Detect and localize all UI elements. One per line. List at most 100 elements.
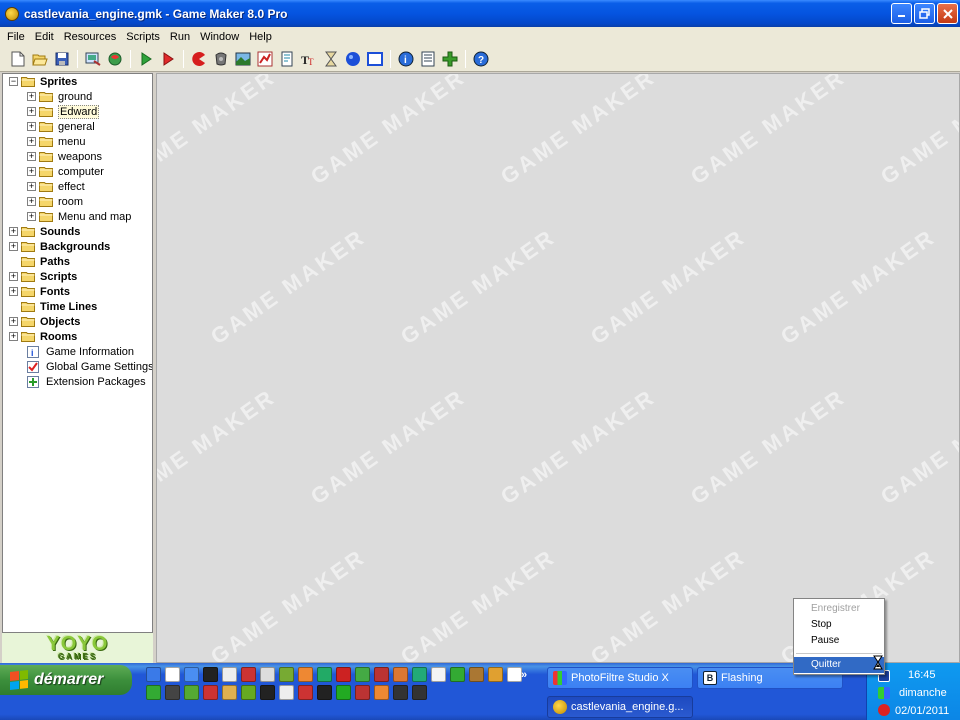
add-room-button[interactable] bbox=[365, 49, 385, 69]
quick-launch-icon[interactable] bbox=[260, 667, 275, 682]
quick-launch-icon[interactable] bbox=[203, 667, 218, 682]
save-button[interactable] bbox=[52, 49, 72, 69]
quick-launch-icon[interactable] bbox=[393, 685, 408, 700]
quick-launch-icon[interactable] bbox=[488, 667, 503, 682]
tree-expander[interactable]: + bbox=[9, 317, 18, 326]
tree-group-scripts[interactable]: + Scripts bbox=[3, 269, 152, 284]
game-info-button[interactable]: i bbox=[396, 49, 416, 69]
quick-launch-icon[interactable] bbox=[184, 685, 199, 700]
close-button[interactable] bbox=[937, 3, 958, 24]
quick-launch-icon[interactable] bbox=[374, 685, 389, 700]
quick-launch-icon[interactable] bbox=[412, 667, 427, 682]
tray-app-icon[interactable] bbox=[878, 687, 890, 699]
quick-launch-icon[interactable] bbox=[355, 667, 370, 682]
quick-launch-icon[interactable] bbox=[393, 667, 408, 682]
tree-item-effect[interactable]: + effect bbox=[3, 179, 152, 194]
tree-group-sounds[interactable]: + Sounds bbox=[3, 224, 152, 239]
add-script-button[interactable] bbox=[277, 49, 297, 69]
tree-expander[interactable]: + bbox=[27, 122, 36, 131]
tree-expander[interactable]: + bbox=[27, 182, 36, 191]
game-settings-button[interactable] bbox=[418, 49, 438, 69]
quick-launch-icon[interactable] bbox=[279, 685, 294, 700]
quick-launch-icon[interactable] bbox=[222, 685, 237, 700]
add-object-button[interactable] bbox=[343, 49, 363, 69]
tree-group-backgrounds[interactable]: + Backgrounds bbox=[3, 239, 152, 254]
tree-item-global-game-settings[interactable]: Global Game Settings bbox=[3, 359, 152, 374]
quick-launch-icon[interactable] bbox=[507, 667, 522, 682]
quick-launch-icon[interactable] bbox=[165, 667, 180, 682]
menu-help[interactable]: Help bbox=[244, 31, 277, 43]
menu-file[interactable]: File bbox=[2, 31, 30, 43]
tree-item-edward[interactable]: + Edward bbox=[3, 104, 152, 119]
quick-launch-icon[interactable] bbox=[336, 667, 351, 682]
menu-item-pause[interactable]: Pause bbox=[794, 633, 884, 649]
quick-launch-icon[interactable] bbox=[298, 685, 313, 700]
main-workspace[interactable]: GAME MAKER GAME MAKER GAME MAKER GAME MAKER… bbox=[156, 73, 960, 663]
quick-launch-icon[interactable] bbox=[355, 685, 370, 700]
quick-launch-icon[interactable] bbox=[336, 685, 351, 700]
menu-run[interactable]: Run bbox=[165, 31, 195, 43]
help-button[interactable]: ? bbox=[471, 49, 491, 69]
quick-launch-icon[interactable] bbox=[203, 685, 218, 700]
quick-launch-icon[interactable] bbox=[317, 667, 332, 682]
task-castlevania-engine[interactable]: castlevania_engine.g... bbox=[547, 696, 693, 718]
tree-item-menu-and-map[interactable]: + Menu and map bbox=[3, 209, 152, 224]
menu-resources[interactable]: Resources bbox=[59, 31, 122, 43]
add-path-button[interactable] bbox=[255, 49, 275, 69]
quick-launch-icon[interactable] bbox=[317, 685, 332, 700]
add-sound-button[interactable] bbox=[211, 49, 231, 69]
start-button[interactable]: démarrer bbox=[0, 665, 132, 695]
tree-expander[interactable]: + bbox=[27, 137, 36, 146]
quick-launch-icon[interactable] bbox=[469, 667, 484, 682]
tree-group-paths[interactable]: Paths bbox=[3, 254, 152, 269]
tree-expander[interactable]: + bbox=[9, 272, 18, 281]
menu-scripts[interactable]: Scripts bbox=[121, 31, 165, 43]
menu-window[interactable]: Window bbox=[195, 31, 244, 43]
minimize-button[interactable] bbox=[891, 3, 912, 24]
tray-security-icon[interactable] bbox=[878, 704, 890, 716]
task-photofiltre[interactable]: PhotoFiltre Studio X bbox=[547, 667, 693, 689]
quick-launch-icon[interactable] bbox=[298, 667, 313, 682]
tree-item-room[interactable]: + room bbox=[3, 194, 152, 209]
quick-launch-icon[interactable] bbox=[279, 667, 294, 682]
quick-launch-icon[interactable] bbox=[450, 667, 465, 682]
tree-item-general[interactable]: + general bbox=[3, 119, 152, 134]
create-executable-button[interactable] bbox=[83, 49, 103, 69]
new-button[interactable] bbox=[8, 49, 28, 69]
resource-tree[interactable]: − Sprites + ground + Edward + general + menu + weap… bbox=[2, 73, 153, 633]
tree-item-game-information[interactable]: i Game Information bbox=[3, 344, 152, 359]
quick-launch-icon[interactable] bbox=[241, 667, 256, 682]
tree-expander[interactable]: + bbox=[27, 107, 36, 116]
quick-launch-icon[interactable] bbox=[374, 667, 389, 682]
tree-expander[interactable]: + bbox=[9, 242, 18, 251]
maximize-button[interactable] bbox=[914, 3, 935, 24]
add-sprite-button[interactable] bbox=[189, 49, 209, 69]
tree-group-objects[interactable]: + Objects bbox=[3, 314, 152, 329]
menu-item-quitter[interactable]: Quitter bbox=[794, 657, 884, 673]
add-font-button[interactable]: TT bbox=[299, 49, 319, 69]
tree-group-rooms[interactable]: + Rooms bbox=[3, 329, 152, 344]
menu-item-stop[interactable]: Stop bbox=[794, 617, 884, 633]
tree-item-weapons[interactable]: + weapons bbox=[3, 149, 152, 164]
tree-group-time-lines[interactable]: Time Lines bbox=[3, 299, 152, 314]
tree-expander[interactable]: + bbox=[9, 332, 18, 341]
tree-expander[interactable]: + bbox=[9, 287, 18, 296]
open-button[interactable] bbox=[30, 49, 50, 69]
clock-time[interactable]: 16:45 bbox=[908, 669, 936, 681]
quick-launch-icon[interactable] bbox=[165, 685, 180, 700]
tree-group-fonts[interactable]: + Fonts bbox=[3, 284, 152, 299]
tree-expander[interactable]: + bbox=[9, 227, 18, 236]
quick-launch-icon[interactable] bbox=[260, 685, 275, 700]
quick-launch-icon[interactable] bbox=[184, 667, 199, 682]
game-maker-app-icon[interactable] bbox=[5, 6, 19, 21]
tree-item-computer[interactable]: + computer bbox=[3, 164, 152, 179]
tree-group-sprites[interactable]: − Sprites bbox=[3, 74, 152, 89]
quick-launch-icon[interactable] bbox=[222, 667, 237, 682]
tree-expander[interactable]: + bbox=[27, 167, 36, 176]
tree-expander[interactable]: + bbox=[27, 152, 36, 161]
tree-expander[interactable]: + bbox=[27, 92, 36, 101]
tree-expander[interactable]: + bbox=[27, 212, 36, 221]
tree-item-extension-packages[interactable]: Extension Packages bbox=[3, 374, 152, 389]
menu-edit[interactable]: Edit bbox=[30, 31, 59, 43]
quick-launch-icon[interactable] bbox=[146, 667, 161, 682]
